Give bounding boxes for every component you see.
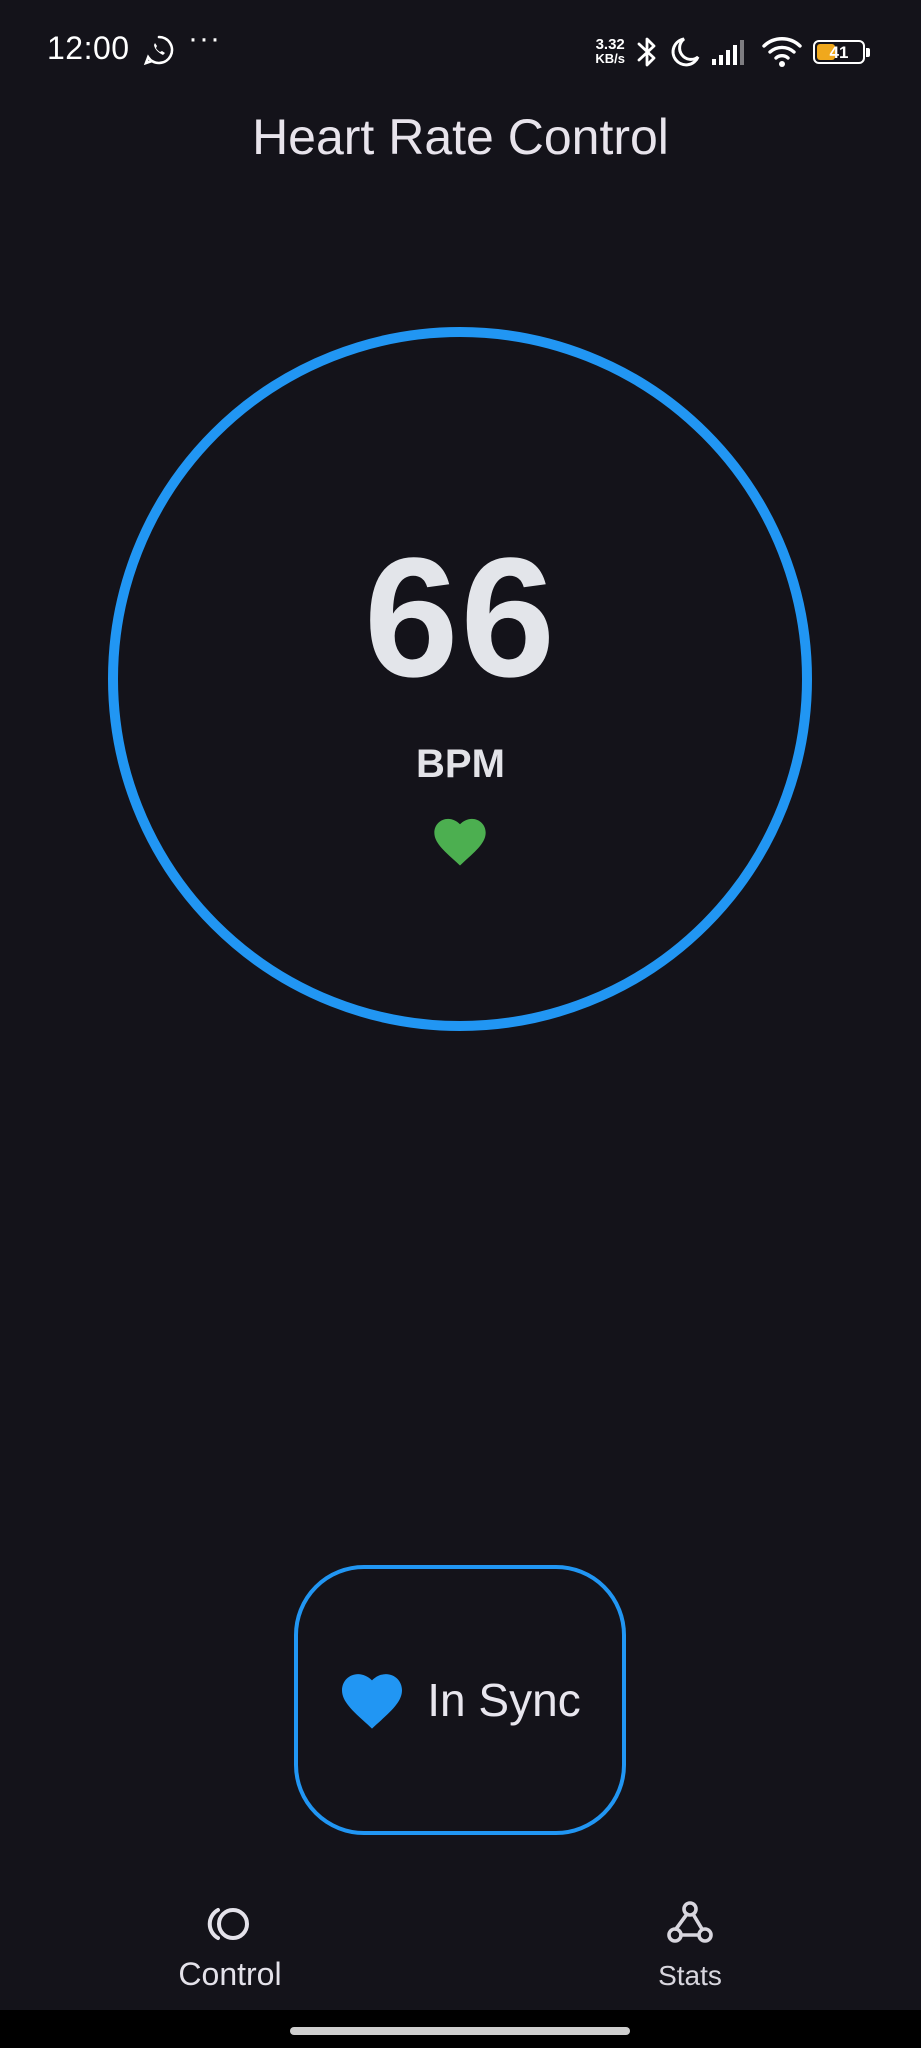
nav-item-control[interactable]: Control [130,1880,330,1993]
heart-rate-unit: BPM [416,742,505,786]
heart-icon [342,1674,403,1729]
heart-icon [434,818,486,866]
status-icons: 3.32 KB/s 41 [595,30,870,74]
home-indicator[interactable] [290,2027,630,2035]
page-title: Heart Rate Control [252,109,669,165]
sync-button[interactable]: In Sync [294,1565,626,1835]
status-time: 12:00 [47,30,130,66]
bottom-navigation: Control Stats [0,1880,921,2010]
signal-icon [712,40,744,65]
bluetooth-icon [637,37,656,67]
nav-item-label: Stats [658,1960,722,1991]
moon-icon [671,37,700,67]
gesture-bar [0,2010,921,2048]
battery-icon: 41 [813,40,870,64]
heart-rate-value: 66 [363,523,558,713]
network-speed-value: 3.32 [595,36,625,53]
status-bar: 12:00 ··· 3.32 KB/s 41 [0,0,921,100]
nav-item-label: Control [178,1956,282,1992]
webhook-icon [667,1901,713,1943]
network-speed: 3.32 KB/s [595,36,625,66]
battery-level: 41 [829,42,849,62]
control-icon [207,1908,249,1940]
whatsapp-icon [143,35,174,66]
more-icon: ··· [188,22,221,55]
sync-button-label: In Sync [427,1674,581,1726]
network-speed-unit: KB/s [595,51,625,66]
wifi-icon [762,37,802,67]
nav-item-stats[interactable]: Stats [590,1880,790,1992]
app-screen: 12:00 ··· 3.32 KB/s 41 Heart Rate Contro… [0,0,921,2048]
